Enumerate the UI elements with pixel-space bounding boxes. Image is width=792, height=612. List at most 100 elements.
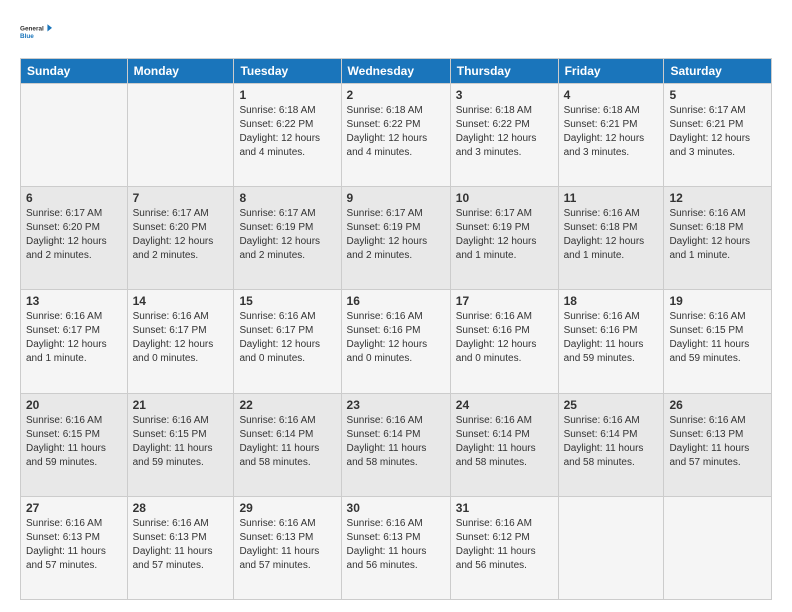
calendar-cell: 25 Sunrise: 6:16 AM Sunset: 6:14 PM Dayli… xyxy=(558,393,664,496)
calendar-cell: 19 Sunrise: 6:16 AM Sunset: 6:15 PM Dayli… xyxy=(664,290,772,393)
day-info: Sunrise: 6:17 AM Sunset: 6:21 PM Dayligh… xyxy=(669,104,766,160)
day-info: Sunrise: 6:16 AM Sunset: 6:18 PM Dayligh… xyxy=(564,207,659,263)
day-number: 11 xyxy=(564,191,659,205)
calendar-cell: 7 Sunrise: 6:17 AM Sunset: 6:20 PM Daylig… xyxy=(127,187,234,290)
calendar-cell: 10 Sunrise: 6:17 AM Sunset: 6:19 PM Dayli… xyxy=(450,187,558,290)
day-info: Sunrise: 6:16 AM Sunset: 6:13 PM Dayligh… xyxy=(347,517,445,573)
calendar-week-row: 1 Sunrise: 6:18 AM Sunset: 6:22 PM Daylig… xyxy=(21,84,772,187)
calendar-cell: 18 Sunrise: 6:16 AM Sunset: 6:16 PM Dayli… xyxy=(558,290,664,393)
calendar-week-row: 6 Sunrise: 6:17 AM Sunset: 6:20 PM Daylig… xyxy=(21,187,772,290)
day-number: 26 xyxy=(669,398,766,412)
calendar-week-row: 13 Sunrise: 6:16 AM Sunset: 6:17 PM Dayli… xyxy=(21,290,772,393)
calendar-cell xyxy=(558,496,664,599)
day-number: 1 xyxy=(239,88,335,102)
day-info: Sunrise: 6:18 AM Sunset: 6:21 PM Dayligh… xyxy=(564,104,659,160)
calendar-week-row: 20 Sunrise: 6:16 AM Sunset: 6:15 PM Dayli… xyxy=(21,393,772,496)
day-info: Sunrise: 6:16 AM Sunset: 6:14 PM Dayligh… xyxy=(564,414,659,470)
day-info: Sunrise: 6:17 AM Sunset: 6:20 PM Dayligh… xyxy=(133,207,229,263)
calendar-cell: 3 Sunrise: 6:18 AM Sunset: 6:22 PM Daylig… xyxy=(450,84,558,187)
day-number: 27 xyxy=(26,501,122,515)
weekday-header-tuesday: Tuesday xyxy=(234,59,341,84)
day-number: 24 xyxy=(456,398,553,412)
weekday-header-sunday: Sunday xyxy=(21,59,128,84)
calendar-cell: 20 Sunrise: 6:16 AM Sunset: 6:15 PM Dayli… xyxy=(21,393,128,496)
day-number: 9 xyxy=(347,191,445,205)
svg-text:General: General xyxy=(20,26,44,33)
day-info: Sunrise: 6:16 AM Sunset: 6:17 PM Dayligh… xyxy=(239,310,335,366)
day-info: Sunrise: 6:16 AM Sunset: 6:15 PM Dayligh… xyxy=(669,310,766,366)
day-info: Sunrise: 6:16 AM Sunset: 6:13 PM Dayligh… xyxy=(239,517,335,573)
day-number: 4 xyxy=(564,88,659,102)
weekday-header-saturday: Saturday xyxy=(664,59,772,84)
day-info: Sunrise: 6:16 AM Sunset: 6:17 PM Dayligh… xyxy=(26,310,122,366)
day-info: Sunrise: 6:17 AM Sunset: 6:19 PM Dayligh… xyxy=(347,207,445,263)
calendar-table: SundayMondayTuesdayWednesdayThursdayFrid… xyxy=(20,58,772,600)
weekday-header-friday: Friday xyxy=(558,59,664,84)
calendar-cell: 2 Sunrise: 6:18 AM Sunset: 6:22 PM Daylig… xyxy=(341,84,450,187)
day-number: 19 xyxy=(669,294,766,308)
day-number: 6 xyxy=(26,191,122,205)
day-number: 22 xyxy=(239,398,335,412)
calendar-cell xyxy=(127,84,234,187)
day-number: 21 xyxy=(133,398,229,412)
calendar-cell: 17 Sunrise: 6:16 AM Sunset: 6:16 PM Dayli… xyxy=(450,290,558,393)
day-info: Sunrise: 6:16 AM Sunset: 6:16 PM Dayligh… xyxy=(564,310,659,366)
calendar-cell: 1Sunrise: 6:18 AM Sunset: 6:22 PM Daylig… xyxy=(234,84,341,187)
calendar-cell: 29 Sunrise: 6:16 AM Sunset: 6:13 PM Dayli… xyxy=(234,496,341,599)
day-info: Sunrise: 6:18 AM Sunset: 6:22 PM Dayligh… xyxy=(456,104,553,160)
calendar-header-row: SundayMondayTuesdayWednesdayThursdayFrid… xyxy=(21,59,772,84)
calendar-cell: 12 Sunrise: 6:16 AM Sunset: 6:18 PM Dayli… xyxy=(664,187,772,290)
day-info: Sunrise: 6:16 AM Sunset: 6:16 PM Dayligh… xyxy=(456,310,553,366)
day-number: 2 xyxy=(347,88,445,102)
day-info: Sunrise: 6:17 AM Sunset: 6:19 PM Dayligh… xyxy=(456,207,553,263)
day-number: 14 xyxy=(133,294,229,308)
calendar-cell: 30Sunrise: 6:16 AM Sunset: 6:13 PM Dayli… xyxy=(341,496,450,599)
weekday-header-thursday: Thursday xyxy=(450,59,558,84)
svg-text:Blue: Blue xyxy=(20,33,34,40)
logo: General Blue xyxy=(20,16,52,48)
weekday-header-wednesday: Wednesday xyxy=(341,59,450,84)
day-info: Sunrise: 6:17 AM Sunset: 6:19 PM Dayligh… xyxy=(239,207,335,263)
day-info: Sunrise: 6:16 AM Sunset: 6:13 PM Dayligh… xyxy=(133,517,229,573)
calendar-cell: 28Sunrise: 6:16 AM Sunset: 6:13 PM Dayli… xyxy=(127,496,234,599)
day-number: 8 xyxy=(239,191,335,205)
day-number: 7 xyxy=(133,191,229,205)
calendar-cell: 21 Sunrise: 6:16 AM Sunset: 6:15 PM Dayli… xyxy=(127,393,234,496)
day-info: Sunrise: 6:17 AM Sunset: 6:20 PM Dayligh… xyxy=(26,207,122,263)
calendar-cell: 9 Sunrise: 6:17 AM Sunset: 6:19 PM Daylig… xyxy=(341,187,450,290)
calendar-cell: 26 Sunrise: 6:16 AM Sunset: 6:13 PM Dayli… xyxy=(664,393,772,496)
day-info: Sunrise: 6:18 AM Sunset: 6:22 PM Dayligh… xyxy=(347,104,445,160)
calendar-cell: 16Sunrise: 6:16 AM Sunset: 6:16 PM Dayli… xyxy=(341,290,450,393)
day-number: 15 xyxy=(239,294,335,308)
day-info: Sunrise: 6:16 AM Sunset: 6:18 PM Dayligh… xyxy=(669,207,766,263)
calendar-cell: 8 Sunrise: 6:17 AM Sunset: 6:19 PM Daylig… xyxy=(234,187,341,290)
day-number: 13 xyxy=(26,294,122,308)
calendar-cell: 27 Sunrise: 6:16 AM Sunset: 6:13 PM Dayli… xyxy=(21,496,128,599)
day-number: 29 xyxy=(239,501,335,515)
day-info: Sunrise: 6:16 AM Sunset: 6:13 PM Dayligh… xyxy=(26,517,122,573)
calendar-cell: 6 Sunrise: 6:17 AM Sunset: 6:20 PM Daylig… xyxy=(21,187,128,290)
day-number: 23 xyxy=(347,398,445,412)
day-number: 3 xyxy=(456,88,553,102)
day-info: Sunrise: 6:16 AM Sunset: 6:12 PM Dayligh… xyxy=(456,517,553,573)
day-number: 25 xyxy=(564,398,659,412)
calendar-cell: 23Sunrise: 6:16 AM Sunset: 6:14 PM Dayli… xyxy=(341,393,450,496)
day-info: Sunrise: 6:16 AM Sunset: 6:14 PM Dayligh… xyxy=(456,414,553,470)
calendar-cell: 15 Sunrise: 6:16 AM Sunset: 6:17 PM Dayli… xyxy=(234,290,341,393)
calendar-cell: 14Sunrise: 6:16 AM Sunset: 6:17 PM Dayli… xyxy=(127,290,234,393)
day-number: 10 xyxy=(456,191,553,205)
day-number: 18 xyxy=(564,294,659,308)
weekday-header-monday: Monday xyxy=(127,59,234,84)
day-info: Sunrise: 6:16 AM Sunset: 6:14 PM Dayligh… xyxy=(239,414,335,470)
calendar-cell: 22 Sunrise: 6:16 AM Sunset: 6:14 PM Dayli… xyxy=(234,393,341,496)
day-info: Sunrise: 6:16 AM Sunset: 6:15 PM Dayligh… xyxy=(133,414,229,470)
day-number: 20 xyxy=(26,398,122,412)
day-number: 12 xyxy=(669,191,766,205)
day-number: 17 xyxy=(456,294,553,308)
day-info: Sunrise: 6:16 AM Sunset: 6:16 PM Dayligh… xyxy=(347,310,445,366)
calendar-week-row: 27 Sunrise: 6:16 AM Sunset: 6:13 PM Dayli… xyxy=(21,496,772,599)
logo-icon: General Blue xyxy=(20,16,52,48)
day-info: Sunrise: 6:16 AM Sunset: 6:15 PM Dayligh… xyxy=(26,414,122,470)
page-header: General Blue xyxy=(20,16,772,48)
day-info: Sunrise: 6:16 AM Sunset: 6:13 PM Dayligh… xyxy=(669,414,766,470)
